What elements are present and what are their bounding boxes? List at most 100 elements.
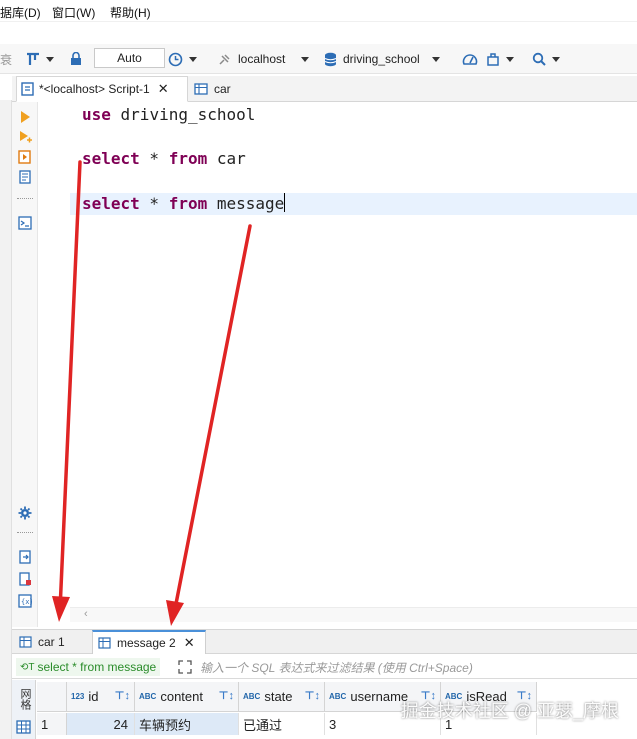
svg-text:{x}: {x} <box>21 598 32 606</box>
column-header-label: id <box>88 689 99 704</box>
export-icon[interactable] <box>18 550 32 564</box>
dashboard-button[interactable] <box>462 50 478 68</box>
editor-action-sidebar: {x} <box>12 102 38 627</box>
execute-statement-icon[interactable] <box>18 110 32 124</box>
tab-script-1[interactable]: *<localhost> Script-1 ✕ <box>16 76 188 102</box>
settings-gear-icon[interactable] <box>18 506 32 520</box>
column-header-id[interactable]: 123 id ⊤↕ <box>67 682 135 712</box>
sidebar-divider <box>17 198 33 199</box>
lock-icon <box>71 52 81 65</box>
filter-input[interactable]: 输入一个 SQL 表达式来过滤结果 (使用 Ctrl+Space) <box>200 658 630 676</box>
execute-script-icon[interactable] <box>18 150 32 164</box>
code-text: * <box>139 149 169 168</box>
variables-icon[interactable]: {x} <box>18 594 32 608</box>
tab-script-1-label: *<localhost> Script-1 <box>39 82 150 96</box>
row-number-header <box>37 682 67 712</box>
menu-help[interactable]: 帮助(H) <box>110 4 151 21</box>
commit-mode-selector[interactable]: Auto <box>94 48 165 68</box>
task-icon <box>487 53 499 66</box>
code-text: car <box>207 149 246 168</box>
result-tab-bar: car 1 message 2 ✕ <box>12 629 637 654</box>
grid-icon[interactable] <box>16 720 31 734</box>
column-header-content[interactable]: ABC content ⊤↕ <box>135 682 239 712</box>
table-icon <box>19 636 32 648</box>
column-header-label: state <box>264 689 293 704</box>
grid-view-switcher: 网格 <box>12 680 36 739</box>
sidebar-divider <box>17 532 33 533</box>
menu-window[interactable]: 窗口(W) <box>52 4 95 21</box>
scroll-left-icon[interactable]: ‹ <box>84 608 88 620</box>
clock-history-icon <box>168 52 183 66</box>
number-type-icon: 123 <box>71 692 85 701</box>
keyword: use <box>82 105 111 124</box>
task-button[interactable] <box>486 50 500 68</box>
tab-car-label: car <box>214 82 231 96</box>
sql-script-icon <box>21 82 34 96</box>
transaction-mode-button[interactable] <box>26 50 54 68</box>
connection-plug-icon <box>219 54 230 65</box>
column-header-state[interactable]: ABC state ⊤↕ <box>239 682 325 712</box>
toolbar-truncated-label: 衰 <box>0 52 13 67</box>
transaction-icon <box>27 52 39 65</box>
file-error-icon[interactable] <box>18 572 32 586</box>
tab-result-message-2-label: message 2 <box>117 636 176 650</box>
execute-new-tab-icon[interactable] <box>18 130 32 144</box>
task-dropdown[interactable] <box>504 50 514 68</box>
sql-editor[interactable] <box>38 102 637 607</box>
code-line-3[interactable]: select * from message <box>82 193 286 213</box>
keyword: from <box>168 149 208 168</box>
query-text-label[interactable]: ⟲T select * from message <box>16 658 161 676</box>
terminal-icon[interactable] <box>18 216 32 230</box>
result-filter-bar: ⟲T select * from message 输入一个 SQL 表达式来过滤… <box>12 655 637 679</box>
database-icon <box>324 52 337 66</box>
expand-icon[interactable] <box>178 660 192 674</box>
sort-filter-icon[interactable]: ⊤↕ <box>218 689 234 702</box>
code-line-2[interactable]: select * from car <box>82 149 246 168</box>
column-header-label: username <box>350 689 409 704</box>
column-header-label: content <box>160 689 203 704</box>
code-text: message <box>207 194 285 213</box>
grid-side-label[interactable]: 网格 <box>17 688 31 710</box>
code-text: * <box>139 194 169 213</box>
search-button[interactable] <box>532 50 560 68</box>
table-cell-content[interactable]: 车辆预约 <box>135 713 239 735</box>
search-icon <box>532 52 546 66</box>
close-icon[interactable]: ✕ <box>158 81 169 97</box>
tab-car[interactable]: car <box>190 76 250 102</box>
keyword: from <box>168 194 208 213</box>
watermark: 掘金技术社区 @ 亚瑟_摩根 <box>400 701 619 721</box>
sort-filter-icon[interactable]: ⊤↕ <box>304 689 320 702</box>
sort-filter-icon[interactable]: ⊤↕ <box>114 689 130 702</box>
table-icon <box>194 83 208 95</box>
database-name: driving_school <box>343 52 420 66</box>
lock-button[interactable] <box>70 50 82 68</box>
text-type-icon: ABC <box>139 692 157 701</box>
editor-horizontal-scrollbar[interactable]: ‹ <box>70 607 637 622</box>
close-icon[interactable]: ✕ <box>184 635 195 651</box>
connection-selector[interactable]: localhost <box>218 50 310 68</box>
tab-result-car-1[interactable]: car 1 <box>16 630 92 654</box>
speedometer-icon <box>462 54 478 65</box>
keyword: select <box>82 149 140 168</box>
table-cell-state[interactable]: 已通过 <box>239 713 325 735</box>
code-line-1[interactable]: use driving_school <box>82 105 255 124</box>
table-cell-id[interactable]: 24 <box>67 713 135 735</box>
tab-result-car-1-label: car 1 <box>38 635 65 649</box>
row-number[interactable]: 1 <box>37 713 67 735</box>
tab-result-message-2[interactable]: message 2 ✕ <box>92 630 206 654</box>
database-selector[interactable]: driving_school <box>324 50 440 68</box>
text-type-icon: ABC <box>243 692 261 701</box>
text-type-icon: ABC <box>329 692 347 701</box>
menu-bar: 据库(D) 窗口(W) 帮助(H) <box>0 0 637 22</box>
text-caret <box>284 193 286 212</box>
sql-query-icon: ⟲T <box>20 661 35 673</box>
keyword: select <box>82 194 140 213</box>
table-icon <box>98 637 111 649</box>
connection-name: localhost <box>238 52 286 66</box>
explain-plan-icon[interactable] <box>18 170 32 184</box>
editor-tab-bar: *<localhost> Script-1 ✕ car <box>12 76 637 102</box>
menu-database[interactable]: 据库(D) <box>0 4 41 21</box>
code-text: driving_school <box>110 105 256 124</box>
history-button[interactable] <box>168 50 197 68</box>
navigator-edge <box>0 100 12 739</box>
